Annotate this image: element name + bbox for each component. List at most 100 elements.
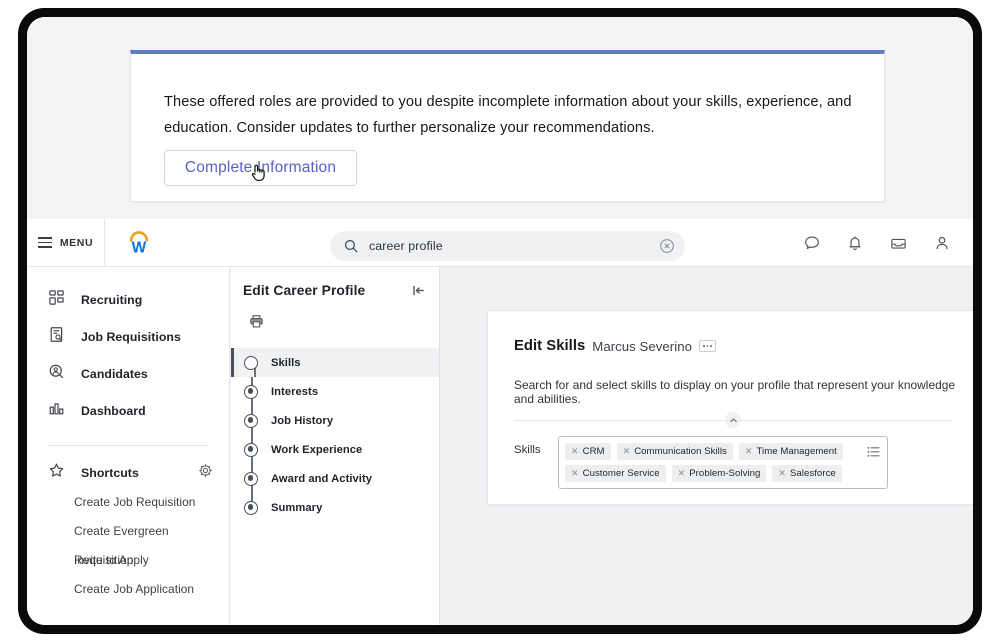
skill-pill[interactable]: ✕ Customer Service bbox=[565, 465, 666, 482]
page-title: Edit Skills bbox=[514, 338, 586, 354]
notification-message: These offered roles are provided to you … bbox=[164, 94, 852, 136]
skill-pill[interactable]: ✕ Communication Skills bbox=[616, 443, 733, 460]
gear-icon[interactable] bbox=[198, 463, 213, 483]
task-step-interests[interactable]: Interests bbox=[231, 377, 439, 406]
notification-region: These offered roles are provided to you … bbox=[27, 17, 973, 219]
shortcuts-label: Shortcuts bbox=[81, 466, 139, 480]
task-panel-title: Edit Career Profile bbox=[243, 283, 366, 298]
sidebar-item-label: Recruiting bbox=[81, 292, 143, 307]
remove-skill-icon[interactable]: ✕ bbox=[678, 469, 686, 478]
clear-circle-icon[interactable] bbox=[659, 238, 675, 254]
hamburger-icon bbox=[37, 237, 52, 248]
sidebar-item-candidates[interactable]: Candidates bbox=[27, 355, 229, 392]
step-indicator bbox=[244, 384, 258, 399]
sidebar-item-job-requisitions[interactable]: Job Requisitions bbox=[27, 318, 229, 355]
chevron-up-icon[interactable] bbox=[725, 412, 741, 428]
card-header: Edit Skills Marcus Severino bbox=[488, 311, 973, 354]
card-subject: Marcus Severino bbox=[592, 338, 692, 354]
task-step-summary[interactable]: Summary bbox=[231, 493, 439, 522]
task-step-label: Summary bbox=[271, 501, 323, 514]
svg-text:W: W bbox=[132, 239, 147, 255]
device-frame: These offered roles are provided to you … bbox=[18, 8, 982, 634]
inbox-icon[interactable] bbox=[889, 234, 908, 253]
skills-multiselect-input[interactable]: ✕ CRM ✕ Communication Skills ✕ Time Mana… bbox=[558, 436, 888, 489]
task-step-award-and-activity[interactable]: Award and Activity bbox=[231, 464, 439, 493]
skills-field-row: Skills ✕ CRM ✕ Communication Skills ✕ Ti… bbox=[488, 421, 973, 489]
step-indicator bbox=[244, 500, 258, 515]
task-step-label: Job History bbox=[271, 414, 334, 427]
search-input[interactable]: career profile bbox=[369, 239, 659, 253]
remove-skill-icon[interactable]: ✕ bbox=[778, 469, 786, 478]
sidebar-item-label: Candidates bbox=[81, 366, 148, 381]
left-sidebar: Recruiting Job Requisitions Candidates D… bbox=[27, 267, 230, 625]
shortcut-link-create-evergreen-requisition[interactable]: Create Evergreen Requisition bbox=[27, 517, 229, 567]
notifications-bell-icon[interactable] bbox=[846, 234, 864, 252]
skill-pill[interactable]: ✕ CRM bbox=[565, 443, 611, 460]
step-indicator bbox=[244, 413, 258, 428]
print-row bbox=[231, 302, 439, 344]
sidebar-item-dashboard[interactable]: Dashboard bbox=[27, 392, 229, 429]
step-indicator bbox=[244, 442, 258, 457]
skill-pill-label: Problem-Solving bbox=[689, 468, 761, 479]
global-search[interactable]: career profile bbox=[330, 231, 685, 261]
sidebar-item-label: Job Requisitions bbox=[81, 329, 181, 344]
list-menu-icon[interactable] bbox=[867, 445, 880, 463]
incomplete-info-card: These offered roles are provided to you … bbox=[130, 50, 885, 202]
task-step-list: Skills Interests Job History Work Experi… bbox=[231, 348, 439, 522]
skill-pill[interactable]: ✕ Problem-Solving bbox=[671, 465, 767, 482]
main-content-area: Edit Skills Marcus Severino Search for a… bbox=[441, 267, 973, 625]
body-area: Recruiting Job Requisitions Candidates D… bbox=[27, 267, 973, 625]
edit-skills-card: Edit Skills Marcus Severino Search for a… bbox=[487, 310, 973, 505]
skill-pill-label: Time Management bbox=[756, 446, 837, 457]
chat-icon[interactable] bbox=[803, 234, 821, 252]
task-panel-header: Edit Career Profile bbox=[231, 267, 439, 302]
card-description: Search for and select skills to display … bbox=[514, 378, 956, 406]
print-icon[interactable] bbox=[249, 314, 264, 329]
task-step-skills[interactable]: Skills bbox=[231, 348, 439, 377]
profile-person-icon[interactable] bbox=[933, 234, 951, 252]
collapse-panel-icon[interactable] bbox=[412, 283, 425, 302]
remove-skill-icon[interactable]: ✕ bbox=[623, 447, 631, 456]
skill-pill-label: Communication Skills bbox=[634, 446, 727, 457]
skills-field-label: Skills bbox=[514, 444, 541, 456]
skill-pill-label: Customer Service bbox=[582, 468, 660, 479]
task-panel: Edit Career Profile Skills Interests Job… bbox=[231, 267, 440, 625]
task-step-label: Interests bbox=[271, 385, 319, 398]
menu-button[interactable]: MENU bbox=[27, 218, 105, 267]
shortcut-link-create-job-requisition[interactable]: Create Job Requisition bbox=[27, 488, 229, 517]
remove-skill-icon[interactable]: ✕ bbox=[571, 469, 579, 478]
skill-pill-label: Salesforce bbox=[789, 468, 836, 479]
document-search-icon bbox=[48, 326, 65, 348]
workday-logo[interactable]: W bbox=[105, 219, 173, 267]
task-step-label: Work Experience bbox=[271, 443, 363, 456]
header-icon-group bbox=[803, 219, 951, 267]
star-icon bbox=[48, 462, 65, 484]
sidebar-item-label: Dashboard bbox=[81, 403, 146, 418]
remove-skill-icon[interactable]: ✕ bbox=[571, 447, 579, 456]
sidebar-item-recruiting[interactable]: Recruiting bbox=[27, 281, 229, 318]
device-screen: These offered roles are provided to you … bbox=[27, 17, 973, 625]
bar-chart-icon bbox=[48, 400, 65, 422]
shortcut-link-create-job-application[interactable]: Create Job Application bbox=[27, 575, 229, 604]
step-indicator bbox=[244, 471, 258, 486]
task-step-job-history[interactable]: Job History bbox=[231, 406, 439, 435]
skill-pill-label: CRM bbox=[582, 446, 605, 457]
skill-pill[interactable]: ✕ Time Management bbox=[738, 443, 843, 460]
ellipsis-icon[interactable] bbox=[698, 340, 716, 352]
shortcut-link-invite-to-apply[interactable]: Invite to Apply bbox=[27, 546, 229, 575]
skill-pill[interactable]: ✕ Salesforce bbox=[772, 465, 842, 482]
magnifier-person-icon bbox=[48, 363, 65, 385]
sidebar-divider bbox=[48, 445, 208, 446]
task-step-label: Award and Activity bbox=[271, 472, 372, 485]
app-header: MENU W career profile bbox=[27, 218, 973, 267]
remove-skill-icon[interactable]: ✕ bbox=[745, 447, 753, 456]
task-step-work-experience[interactable]: Work Experience bbox=[231, 435, 439, 464]
complete-information-button[interactable]: Complete Information bbox=[164, 150, 357, 186]
section-divider bbox=[514, 412, 952, 428]
menu-label: MENU bbox=[59, 236, 94, 249]
step-indicator-current bbox=[244, 355, 258, 370]
grid-squares-icon bbox=[48, 289, 65, 311]
task-step-label: Skills bbox=[271, 356, 301, 369]
workday-logo-icon: W bbox=[129, 230, 149, 255]
sidebar-shortcuts-header[interactable]: Shortcuts bbox=[27, 458, 229, 488]
